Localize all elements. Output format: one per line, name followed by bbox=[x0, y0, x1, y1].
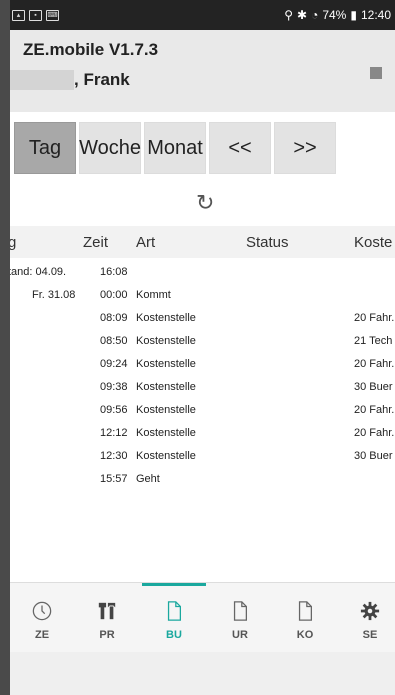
cell-art: Kommt bbox=[136, 289, 171, 301]
table-body: tand: 04.09. 16:08 Fr. 31.08 00:00 Kommt… bbox=[10, 262, 395, 492]
cell-time: 16:08 bbox=[100, 266, 128, 278]
battery-icon: ▮ bbox=[350, 8, 357, 22]
table-row[interactable]: 09:38 Kostenstelle 30 Buer bbox=[10, 377, 395, 400]
column-header-kostenstelle: Koste bbox=[354, 234, 393, 251]
cell-art: Geht bbox=[136, 473, 160, 485]
redacted-surname bbox=[10, 70, 74, 90]
cell-day: Fr. 31.08 bbox=[32, 289, 76, 301]
nav-tab-ko[interactable]: KO bbox=[273, 583, 337, 653]
table-row[interactable]: 08:09 Kostenstelle 20 Fahr. bbox=[10, 308, 395, 331]
next-button[interactable]: >> bbox=[274, 122, 336, 174]
column-header-art: Art bbox=[136, 234, 156, 251]
table-row[interactable]: 12:12 Kostenstelle 20 Fahr. bbox=[10, 423, 395, 446]
menu-icon[interactable] bbox=[370, 67, 382, 79]
cell-art: Kostenstelle bbox=[136, 450, 196, 462]
battery-percent: 74% bbox=[322, 8, 347, 22]
nav-label-ze: ZE bbox=[34, 629, 50, 641]
cell-art: Kostenstelle bbox=[136, 381, 196, 393]
location-icon: ⚲ bbox=[284, 8, 294, 22]
tag-button[interactable]: Tag bbox=[14, 122, 76, 174]
table-row[interactable]: 09:56 Kostenstelle 20 Fahr. bbox=[10, 400, 395, 423]
gear-icon bbox=[360, 601, 380, 621]
nav-label-ur: UR bbox=[232, 629, 248, 641]
cell-time: 08:50 bbox=[100, 335, 128, 347]
cell-time: 09:56 bbox=[100, 404, 128, 416]
column-header-zeit: Zeit bbox=[83, 234, 109, 251]
cell-time: 09:24 bbox=[100, 358, 128, 370]
document-icon bbox=[298, 601, 312, 621]
table-row[interactable]: 12:30 Kostenstelle 30 Buer bbox=[10, 446, 395, 469]
nav-label-se: SE bbox=[362, 629, 378, 641]
cell-time: 12:30 bbox=[100, 450, 128, 462]
cell-day: tand: 04.09. bbox=[10, 266, 67, 278]
table-row[interactable]: Fr. 31.08 00:00 Kommt bbox=[10, 285, 395, 308]
document-icon bbox=[233, 601, 247, 621]
bottom-navigation: ZE PR BU UR KO SE bbox=[10, 582, 395, 653]
woche-button[interactable]: Woche bbox=[79, 122, 141, 174]
cell-art: Kostenstelle bbox=[136, 312, 196, 324]
cell-kostenstelle: 21 Tech bbox=[354, 335, 393, 347]
clock: 12:40 bbox=[360, 8, 391, 22]
cell-kostenstelle: 20 Fahr. bbox=[354, 358, 395, 370]
app-header: ZE.mobile V1.7.3 , Frank bbox=[10, 30, 395, 113]
refresh-icon[interactable]: ↻ bbox=[196, 190, 214, 216]
keyboard-icon: ⌨ bbox=[46, 9, 59, 21]
cell-kostenstelle: 30 Buer bbox=[354, 381, 393, 393]
table-row[interactable]: 15:57 Geht bbox=[10, 469, 395, 492]
cell-time: 09:38 bbox=[100, 381, 128, 393]
nav-tab-bu[interactable]: BU bbox=[142, 583, 206, 653]
status-left-icons: ▴ ▪ ⌨ bbox=[10, 9, 59, 21]
period-button-row: Tag Woche Monat << >> bbox=[10, 122, 336, 174]
status-right: ⚲ ✱ ◔ 74% ▮ 12:40 bbox=[284, 8, 395, 22]
table-row[interactable]: tand: 04.09. 16:08 bbox=[10, 262, 395, 285]
cell-time: 15:57 bbox=[100, 473, 128, 485]
wifi-icon: ◔ bbox=[311, 8, 319, 22]
nav-tab-pr[interactable]: PR bbox=[75, 583, 139, 653]
clock-icon bbox=[32, 601, 52, 621]
cell-art: Kostenstelle bbox=[136, 404, 196, 416]
signal-icon: ▴ bbox=[12, 9, 25, 21]
cell-time: 08:09 bbox=[100, 312, 128, 324]
user-name-line: , Frank bbox=[10, 70, 130, 90]
bluetooth-icon: ✱ bbox=[297, 8, 308, 22]
app-title: ZE.mobile V1.7.3 bbox=[23, 40, 159, 59]
table-header: g Zeit Art Status Koste bbox=[10, 226, 395, 258]
column-header-tag: g bbox=[10, 234, 17, 251]
previous-button[interactable]: << bbox=[209, 122, 271, 174]
tools-icon bbox=[98, 602, 116, 620]
main-content: Tag Woche Monat << >> ↻ g Zeit Art Statu… bbox=[10, 112, 395, 582]
cell-time: 00:00 bbox=[100, 289, 128, 301]
cell-art: Kostenstelle bbox=[136, 358, 196, 370]
column-header-status: Status bbox=[246, 234, 289, 251]
cell-kostenstelle: 30 Buer bbox=[354, 450, 393, 462]
nav-label-ko: KO bbox=[296, 629, 314, 641]
cell-kostenstelle: 20 Fahr. bbox=[354, 404, 395, 416]
monat-button[interactable]: Monat bbox=[144, 122, 206, 174]
cell-time: 12:12 bbox=[100, 427, 128, 439]
document-icon bbox=[167, 601, 181, 621]
nav-tab-ur[interactable]: UR bbox=[208, 583, 272, 653]
cell-art: Kostenstelle bbox=[136, 335, 196, 347]
cell-kostenstelle: 20 Fahr. bbox=[354, 312, 395, 324]
nav-tab-se[interactable]: SE bbox=[338, 583, 395, 653]
table-row[interactable]: 08:50 Kostenstelle 21 Tech bbox=[10, 331, 395, 354]
nav-label-pr: PR bbox=[99, 629, 115, 641]
nav-label-bu: BU bbox=[166, 629, 182, 641]
table-row[interactable]: 09:24 Kostenstelle 20 Fahr. bbox=[10, 354, 395, 377]
user-name: , Frank bbox=[74, 70, 130, 89]
image-icon: ▪ bbox=[29, 9, 42, 21]
screen-bottom-area bbox=[10, 652, 395, 695]
phone-screen: ▴ ▪ ⌨ ⚲ ✱ ◔ 74% ▮ 12:40 ZE.mobile V1.7.3… bbox=[10, 0, 395, 695]
nav-tab-ze[interactable]: ZE bbox=[10, 583, 74, 653]
cell-kostenstelle: 20 Fahr. bbox=[354, 427, 395, 439]
cell-art: Kostenstelle bbox=[136, 427, 196, 439]
status-bar: ▴ ▪ ⌨ ⚲ ✱ ◔ 74% ▮ 12:40 bbox=[10, 0, 395, 30]
